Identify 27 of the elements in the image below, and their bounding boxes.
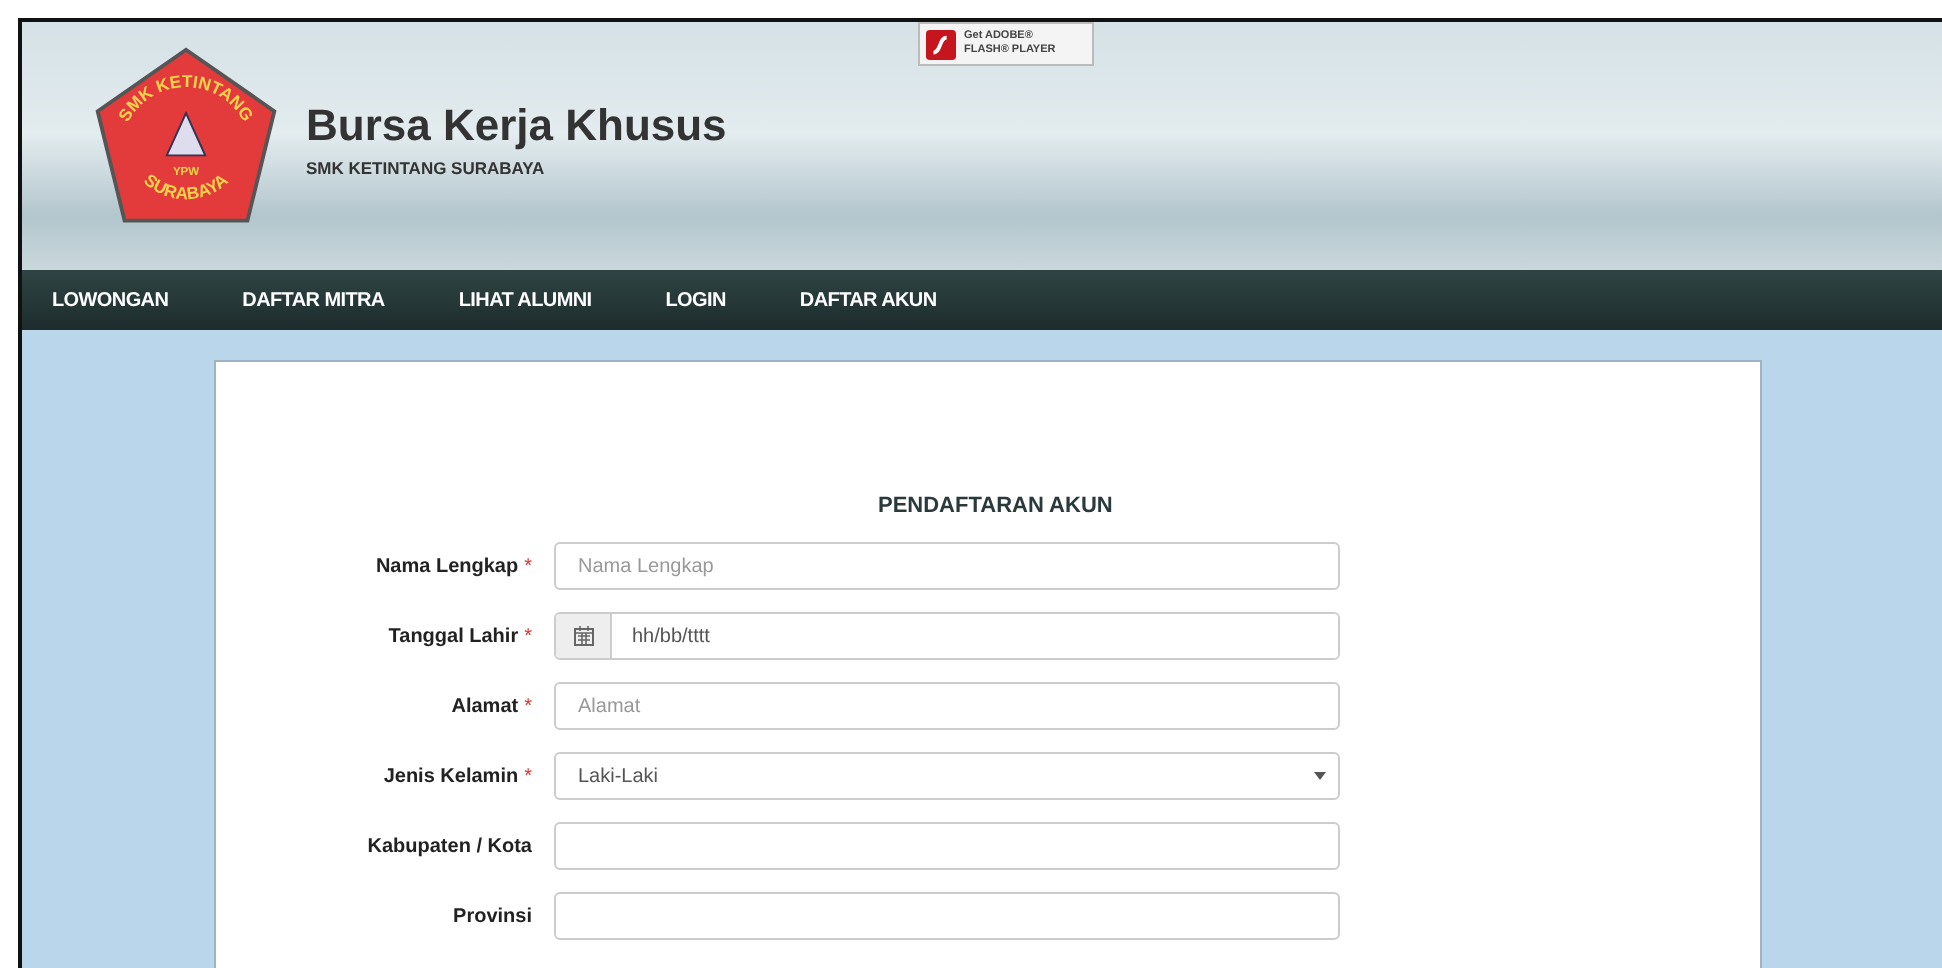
field-label: Tanggal Lahir xyxy=(388,625,519,647)
form-title: PENDAFTARAN AKUN xyxy=(878,494,1115,518)
select-field[interactable]: Laki-Laki xyxy=(554,752,1340,800)
field-label: Alamat xyxy=(451,695,519,717)
nav-link[interactable]: LOGIN xyxy=(665,289,726,311)
nav-link[interactable]: DAFTAR AKUN xyxy=(799,289,937,311)
required-mark: * xyxy=(524,625,532,647)
caret-icon xyxy=(1314,772,1326,780)
date-field[interactable]: hh/bb/tttt xyxy=(554,612,1340,660)
site-title: Bursa Kerja Khusus xyxy=(306,99,727,151)
field-label: Provinsi xyxy=(453,905,532,927)
calendar-icon xyxy=(573,626,593,646)
text-field[interactable] xyxy=(554,892,1340,940)
field-label: Nama Lengkap xyxy=(375,555,519,577)
field-label: Jenis Kelamin xyxy=(383,765,519,787)
nav-link[interactable]: DAFTAR MITRA xyxy=(242,289,385,311)
required-mark: * xyxy=(524,765,532,787)
nav-link[interactable]: LOWONGAN xyxy=(52,289,169,311)
required-mark: * xyxy=(524,555,532,577)
field-label: Kabupaten / Kota xyxy=(367,835,532,857)
site-subtitle: SMK KETINTANG SURABAYA xyxy=(306,157,547,177)
required-mark: * xyxy=(524,695,532,717)
text-field[interactable]: Nama Lengkap xyxy=(554,542,1340,590)
text-field[interactable]: Alamat xyxy=(554,682,1340,730)
text-field[interactable] xyxy=(554,822,1340,870)
flash-icon xyxy=(926,29,956,59)
nav-link[interactable]: LIHAT ALUMNI xyxy=(458,289,592,311)
